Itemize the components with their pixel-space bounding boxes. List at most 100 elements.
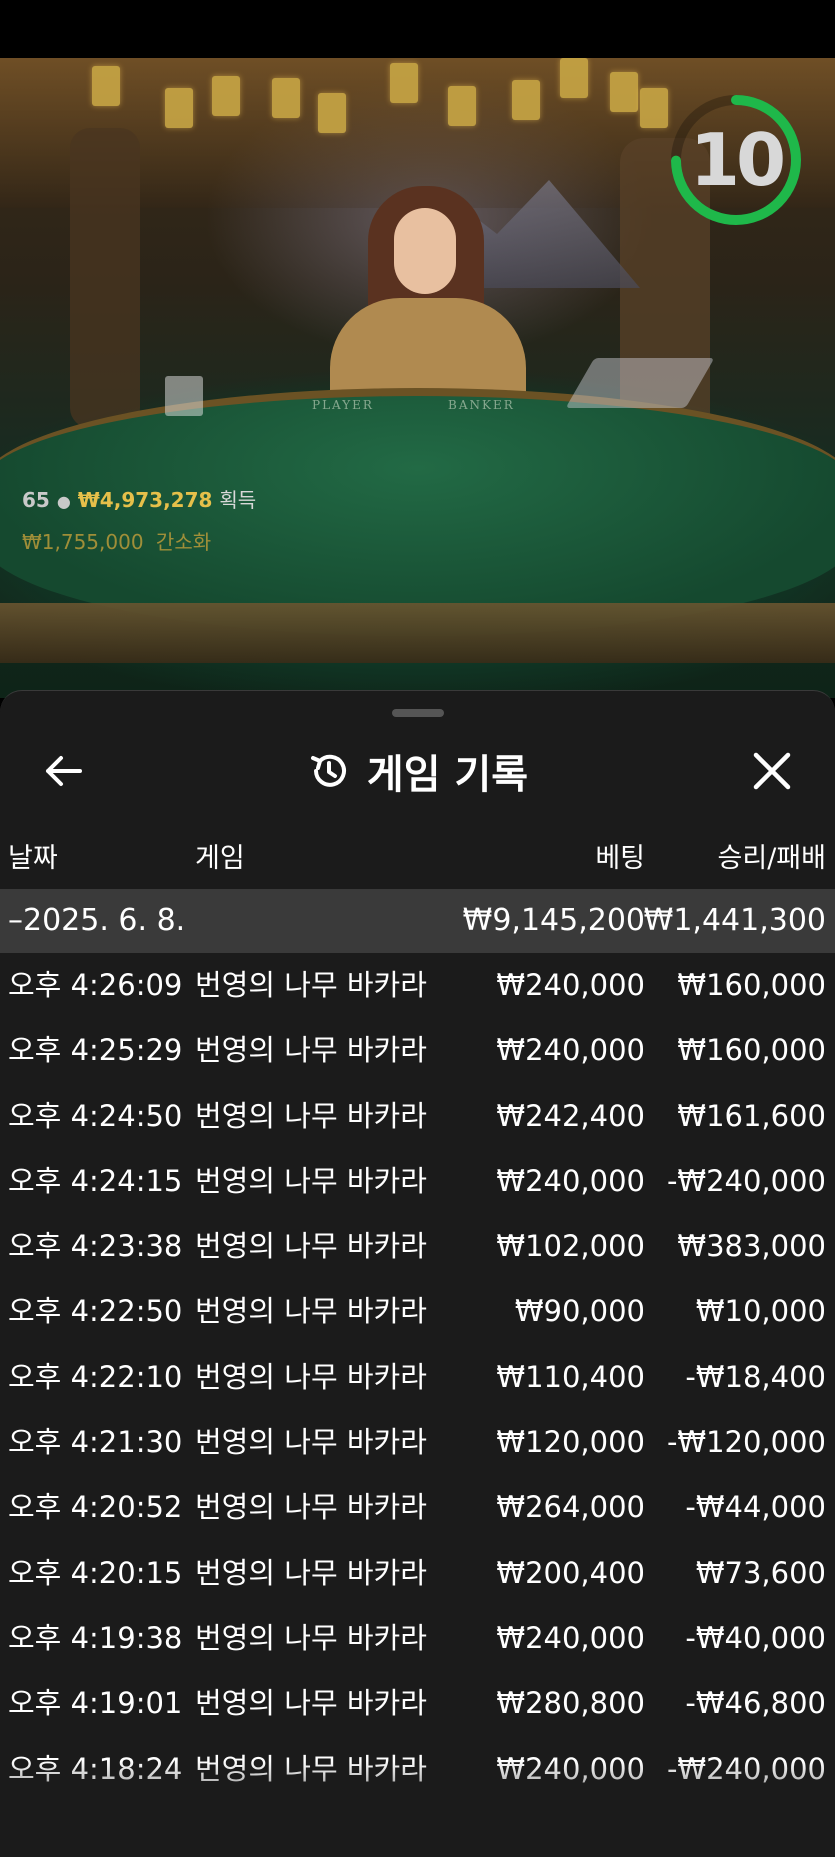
row-bet: ₩280,800 [496, 1686, 645, 1721]
table-row[interactable]: 오후 4:22:50 번영의 나무 바카라 ₩90,000 ₩10,000 [0, 1279, 835, 1344]
row-time: 오후 4:22:50 [8, 1294, 183, 1329]
row-time: 오후 4:26:09 [8, 968, 183, 1002]
row-game: 번영의 나무 바카라 [195, 1620, 427, 1655]
status-bar [0, 0, 835, 58]
row-time: 오후 4:19:01 [8, 1686, 183, 1721]
row-time: 오후 4:24:50 [8, 1098, 183, 1133]
row-time: 오후 4:25:29 [8, 1033, 183, 1068]
row-time: 오후 4:21:30 [8, 1425, 183, 1460]
hanging-card [318, 93, 346, 133]
row-result: -₩44,000 [685, 1490, 826, 1525]
row-time: 오후 4:20:15 [8, 1555, 183, 1590]
table-row[interactable]: 오후 4:24:15 번영의 나무 바카라 ₩240,000 -₩240,000 [0, 1149, 835, 1214]
row-game: 번영의 나무 바카라 [195, 1294, 427, 1329]
hanging-card [165, 88, 193, 128]
hanging-card [390, 63, 418, 103]
row-result: -₩46,800 [685, 1686, 826, 1721]
discard-tray [165, 376, 203, 416]
row-result: -₩120,000 [666, 1425, 826, 1460]
row-game: 번영의 나무 바카라 [195, 1098, 427, 1133]
sheet-header: 게임 기록 [0, 729, 835, 813]
close-button[interactable] [742, 741, 802, 801]
row-result: ₩160,000 [677, 1033, 826, 1068]
close-icon [753, 752, 791, 790]
row-game: 번영의 나무 바카라 [195, 968, 427, 1002]
game-history-sheet: 게임 기록 날짜 게임 베팅 승리/패배 –2025. 6. 8. ₩9,145… [0, 690, 835, 1857]
jackpot-suffix: 획득 [219, 488, 257, 512]
countdown-number: 10 [689, 118, 786, 202]
row-bet: ₩240,000 [496, 1620, 645, 1655]
row-result: -₩240,000 [666, 1163, 826, 1198]
summary-result: ₩1,441,300 [643, 903, 826, 938]
row-result: -₩40,000 [685, 1620, 826, 1655]
table-row[interactable]: 오후 4:21:30 번영의 나무 바카라 ₩120,000 -₩120,000 [0, 1410, 835, 1475]
row-game: 번영의 나무 바카라 [195, 1555, 427, 1590]
person-icon: ● [56, 492, 71, 511]
hanging-card [610, 72, 638, 112]
dealer-face [394, 208, 456, 294]
limit-amount: ₩1,755,000 [22, 530, 144, 554]
row-bet: ₩102,000 [496, 1229, 645, 1264]
hanging-card [448, 86, 476, 126]
summary-bet: ₩9,145,200 [462, 903, 645, 938]
table-row[interactable]: 오후 4:26:09 번영의 나무 바카라 ₩240,000 ₩160,000 [0, 953, 835, 1018]
date-summary-row[interactable]: –2025. 6. 8. ₩9,145,200 ₩1,441,300 [0, 889, 835, 953]
table-rail [0, 603, 835, 663]
felt-label-player: PLAYER [312, 398, 374, 412]
felt-label-banker: BANKER [448, 398, 515, 412]
row-result: ₩161,600 [677, 1098, 826, 1133]
list-fade [0, 1761, 835, 1857]
row-bet: ₩200,400 [496, 1555, 645, 1590]
table-row[interactable]: 오후 4:19:38 번영의 나무 바카라 ₩240,000 -₩40,000 [0, 1606, 835, 1671]
drag-handle[interactable] [392, 709, 444, 717]
row-game: 번영의 나무 바카라 [195, 1425, 427, 1460]
row-bet: ₩240,000 [496, 968, 645, 1002]
row-result: ₩160,000 [677, 968, 826, 1002]
table-row[interactable]: 오후 4:20:52 번영의 나무 바카라 ₩264,000 -₩44,000 [0, 1475, 835, 1540]
column-game: 게임 [195, 843, 245, 874]
table-row[interactable]: 오후 4:22:10 번영의 나무 바카라 ₩110,400 -₩18,400 [0, 1345, 835, 1410]
table-row[interactable]: 오후 4:24:50 번영의 나무 바카라 ₩242,400 ₩161,600 [0, 1084, 835, 1149]
row-bet: ₩110,400 [496, 1359, 645, 1394]
tree-trunk-left [70, 128, 140, 428]
table-row[interactable]: 오후 4:19:01 번영의 나무 바카라 ₩280,800 -₩46,800 [0, 1671, 835, 1736]
table-row[interactable]: 오후 4:23:38 번영의 나무 바카라 ₩102,000 ₩383,000 [0, 1214, 835, 1279]
limit-info: ₩1,755,000 간소화 [22, 526, 211, 555]
row-game: 번영의 나무 바카라 [195, 1229, 427, 1264]
row-bet: ₩240,000 [496, 1163, 645, 1198]
row-result: ₩383,000 [677, 1229, 826, 1264]
column-bet: 베팅 [595, 843, 645, 874]
table-row[interactable]: 오후 4:20:15 번영의 나무 바카라 ₩200,400 ₩73,600 [0, 1541, 835, 1606]
row-game: 번영의 나무 바카라 [195, 1033, 427, 1068]
column-date: 날짜 [8, 843, 58, 874]
hanging-card [272, 78, 300, 118]
history-icon [310, 754, 346, 787]
row-result: ₩10,000 [695, 1294, 826, 1329]
row-bet: ₩242,400 [496, 1098, 645, 1133]
row-game: 번영의 나무 바카라 [195, 1686, 427, 1721]
row-result: ₩73,600 [695, 1555, 826, 1590]
column-result: 승리/패배 [717, 843, 826, 874]
row-game: 번영의 나무 바카라 [195, 1490, 427, 1525]
row-bet: ₩90,000 [514, 1294, 645, 1329]
row-time: 오후 4:24:15 [8, 1163, 183, 1198]
row-time: 오후 4:19:38 [8, 1620, 183, 1655]
jackpot-amount: ₩4,973,278 [77, 488, 213, 512]
row-game: 번영의 나무 바카라 [195, 1359, 427, 1394]
row-bet: ₩120,000 [496, 1425, 645, 1460]
limit-suffix: 간소화 [155, 530, 212, 554]
column-headers: 날짜 게임 베팅 승리/패배 [0, 831, 835, 887]
page-title: 게임 기록 [366, 752, 529, 798]
player-count: 65 [22, 488, 50, 512]
row-bet: ₩240,000 [496, 1033, 645, 1068]
hanging-card [212, 76, 240, 116]
jackpot-info: 65 ● ₩4,973,278 획득 [22, 484, 256, 513]
row-game: 번영의 나무 바카라 [195, 1163, 427, 1198]
hanging-card [640, 88, 668, 128]
history-list: 오후 4:26:09 번영의 나무 바카라 ₩240,000 ₩160,000 오후 4… [0, 953, 835, 1802]
hanging-card [512, 80, 540, 120]
row-time: 오후 4:23:38 [8, 1229, 183, 1264]
row-bet: ₩264,000 [496, 1490, 645, 1525]
hanging-card [560, 58, 588, 98]
table-row[interactable]: 오후 4:25:29 번영의 나무 바카라 ₩240,000 ₩160,000 [0, 1018, 835, 1083]
